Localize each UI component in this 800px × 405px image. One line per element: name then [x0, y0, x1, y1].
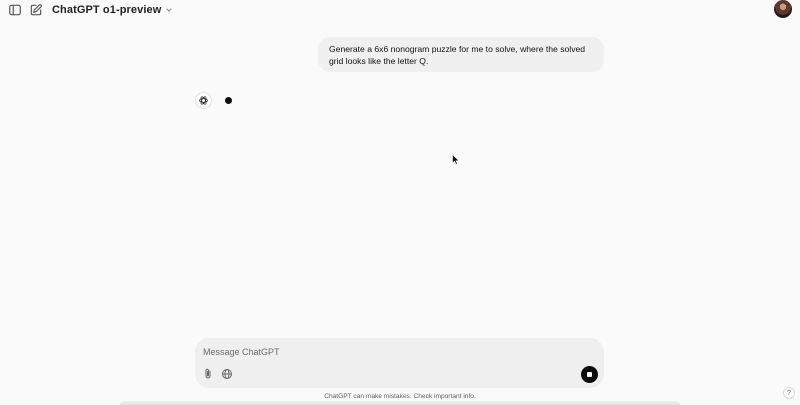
stop-generating-button[interactable]	[581, 366, 598, 383]
paperclip-icon	[205, 368, 211, 379]
globe-icon	[222, 369, 232, 379]
openai-logo-icon	[199, 96, 208, 105]
new-chat-icon	[30, 4, 42, 16]
help-button[interactable]: ?	[783, 387, 795, 399]
top-bar: ChatGPT o1-preview	[0, 0, 800, 20]
stop-icon	[587, 372, 592, 377]
model-name: ChatGPT o1-preview	[52, 4, 162, 16]
model-selector[interactable]: ChatGPT o1-preview	[52, 1, 173, 19]
attach-button[interactable]	[201, 367, 215, 381]
user-message-text: Generate a 6x6 nonogram puzzle for me to…	[329, 44, 586, 66]
sidebar-toggle-icon	[9, 4, 21, 16]
disclaimer-text: ChatGPT can make mistakes. Check importa…	[324, 393, 476, 400]
mouse-cursor-icon	[452, 154, 460, 165]
sidebar-toggle-button[interactable]	[6, 1, 24, 19]
chevron-down-icon	[166, 8, 172, 12]
message-input[interactable]	[203, 345, 583, 359]
chat-app: ChatGPT o1-preview Generate a 6x6 nonogr…	[0, 0, 800, 405]
user-message-bubble: Generate a 6x6 nonogram puzzle for me to…	[318, 37, 604, 72]
user-avatar[interactable]	[774, 0, 792, 18]
thinking-indicator	[225, 97, 232, 104]
new-chat-button[interactable]	[27, 1, 45, 19]
message-composer	[195, 338, 604, 388]
assistant-avatar	[195, 92, 212, 109]
bottom-divider	[120, 401, 680, 405]
web-search-button[interactable]	[220, 367, 234, 381]
